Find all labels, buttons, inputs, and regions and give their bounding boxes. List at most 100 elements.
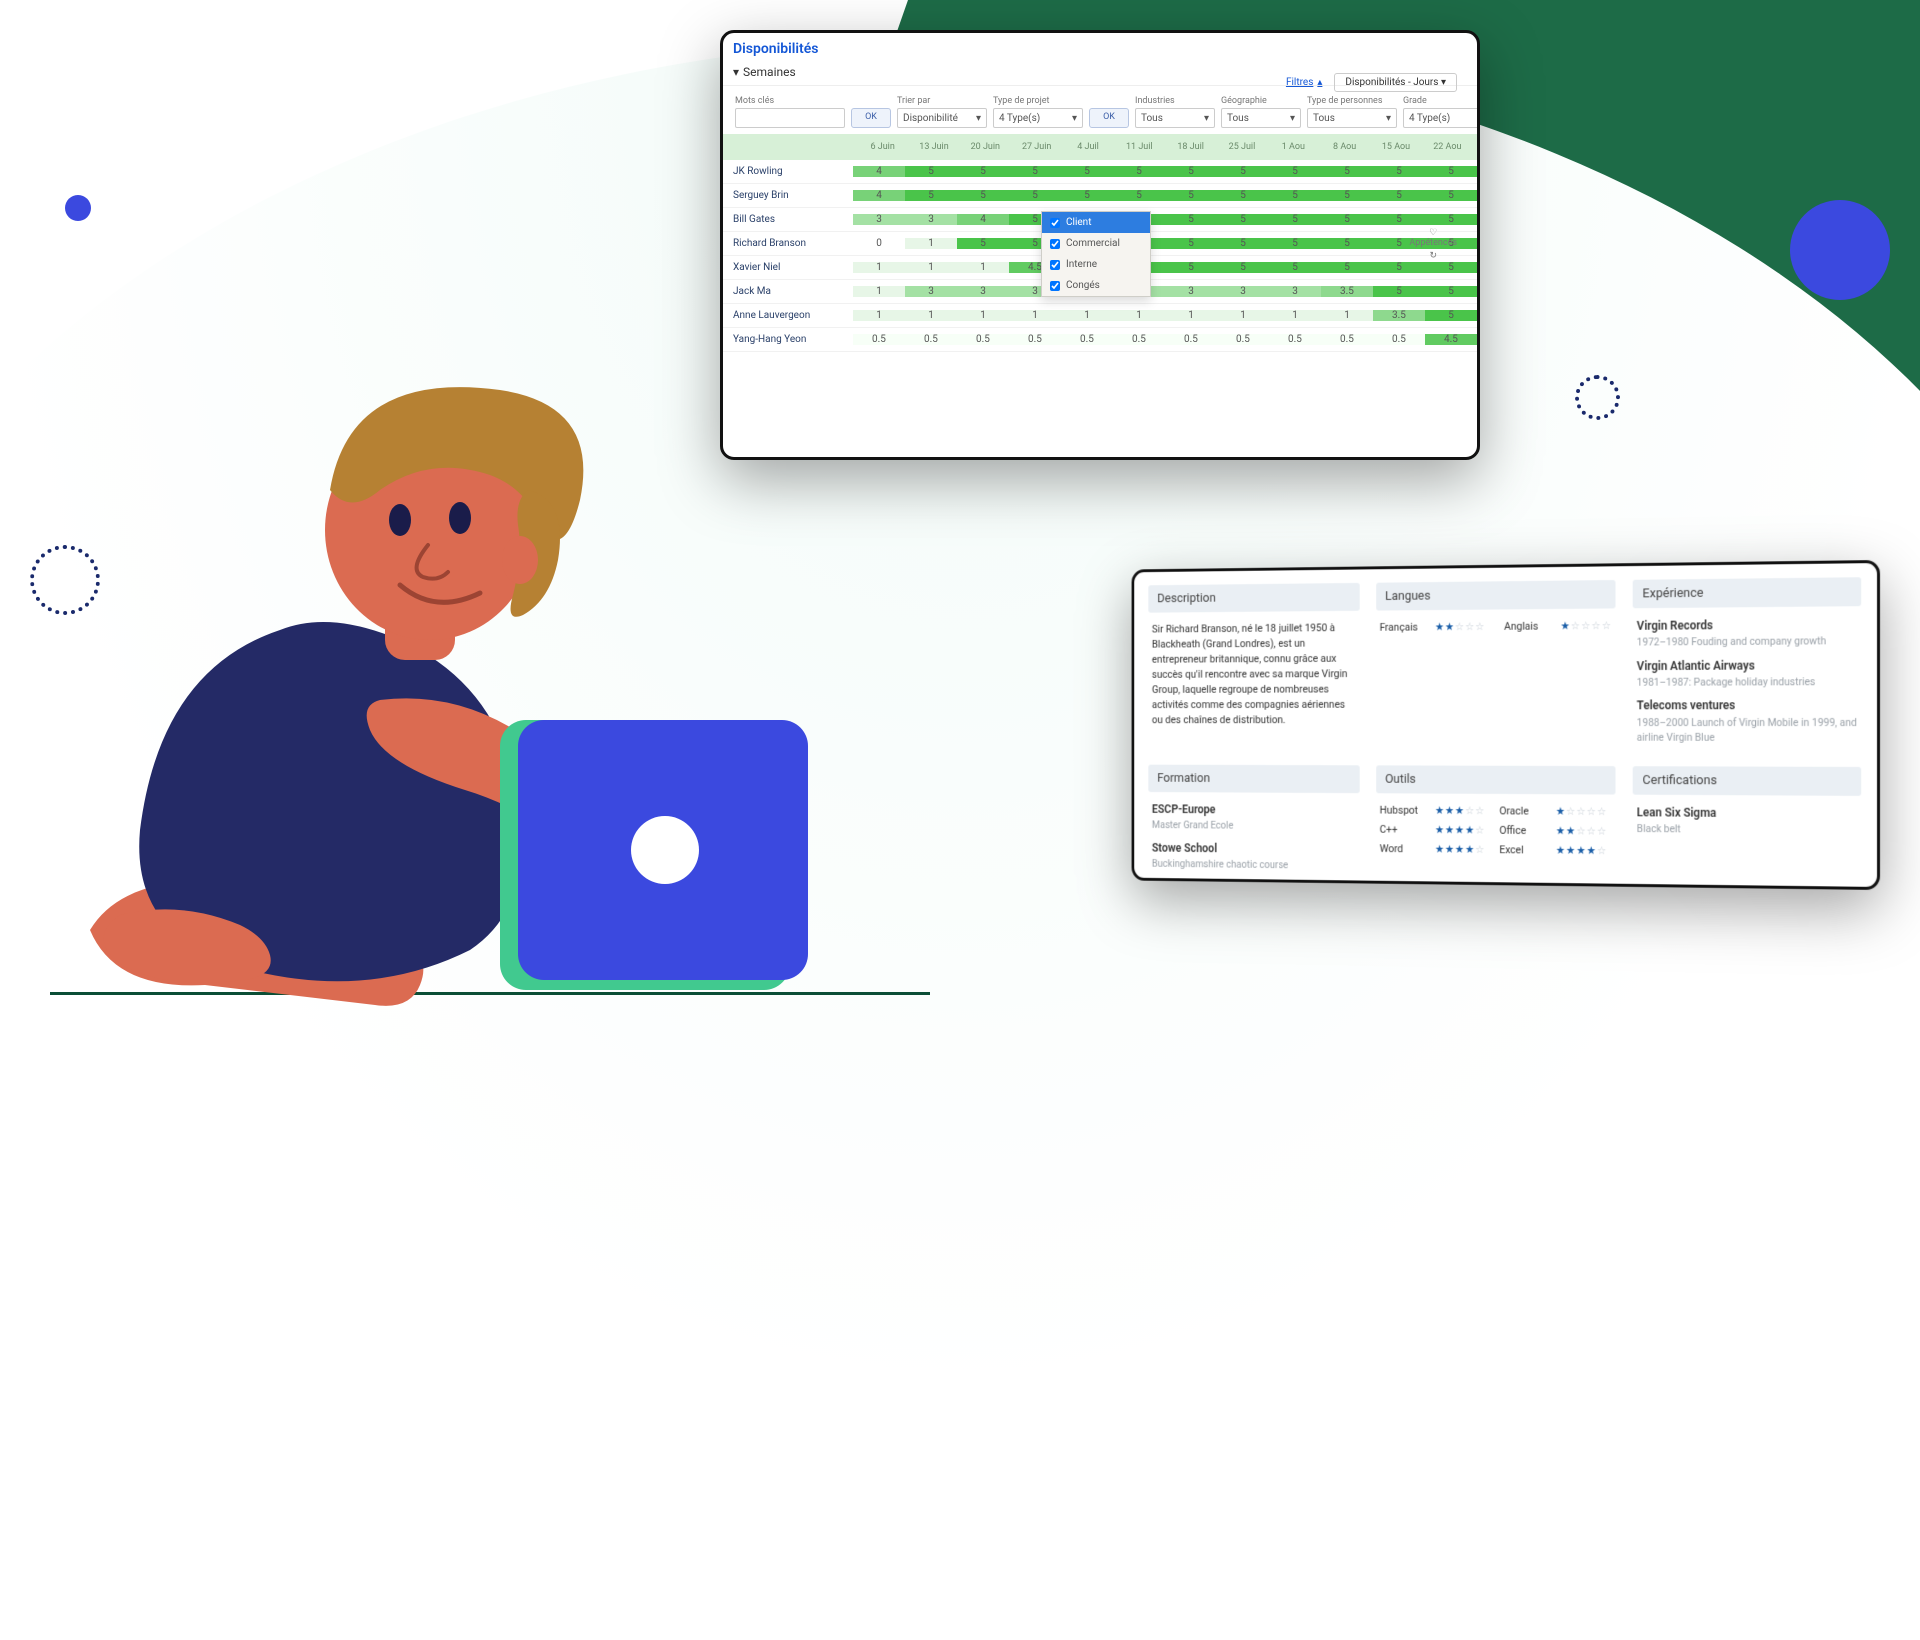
keywords-input[interactable] (735, 108, 845, 128)
availability-cell[interactable]: 4 (853, 166, 905, 177)
availability-cell[interactable]: 0.5 (957, 334, 1009, 345)
availability-cell[interactable]: 4 (853, 190, 905, 201)
availability-cell[interactable]: 5 (905, 166, 957, 177)
availability-cell[interactable]: 4 (957, 214, 1009, 225)
person-type-select[interactable]: Tous▾ (1307, 108, 1397, 128)
availability-cell[interactable]: 3.5 (1373, 310, 1425, 321)
option-commercial[interactable]: Commercial (1042, 233, 1150, 254)
availability-cell[interactable]: 5 (1165, 190, 1217, 201)
availability-cell[interactable]: 3 (905, 214, 957, 225)
sort-select[interactable]: Disponibilité▾ (897, 108, 987, 128)
availability-cell[interactable]: 5 (1061, 190, 1113, 201)
option-conges[interactable]: Congés (1042, 275, 1150, 296)
ok-button[interactable]: OK (851, 108, 891, 128)
availability-cell[interactable]: 5 (1113, 166, 1165, 177)
availability-cell[interactable]: 3.5 (1321, 286, 1373, 297)
availability-cell[interactable]: 0.5 (1165, 334, 1217, 345)
availability-cell[interactable]: 5 (957, 238, 1009, 249)
person-name[interactable]: Serguey Brin (723, 190, 853, 201)
availability-cell[interactable]: 5 (1165, 262, 1217, 273)
person-name[interactable]: Yang-Hang Yeon (723, 334, 853, 345)
availability-cell[interactable]: 0.5 (1373, 334, 1425, 345)
availability-cell[interactable]: 3 (905, 286, 957, 297)
person-name[interactable]: Anne Lauvergeon (723, 310, 853, 321)
availability-cell[interactable]: 5 (1373, 190, 1425, 201)
availability-cell[interactable]: 0.5 (1061, 334, 1113, 345)
availability-cell[interactable]: 5 (1061, 166, 1113, 177)
availability-cell[interactable]: 5 (957, 166, 1009, 177)
availability-cell[interactable]: 5 (1425, 262, 1477, 273)
availability-cell[interactable]: 5 (1321, 214, 1373, 225)
availability-cell[interactable]: 5 (1425, 310, 1477, 321)
availability-cell[interactable]: 5 (1373, 214, 1425, 225)
availability-cell[interactable]: 1 (1269, 310, 1321, 321)
availability-cell[interactable]: 0.5 (853, 334, 905, 345)
availability-cell[interactable]: 5 (1217, 166, 1269, 177)
availability-cell[interactable]: 0 (853, 238, 905, 249)
availability-cell[interactable]: 0.5 (1009, 334, 1061, 345)
availability-cell[interactable]: 4.5 (1425, 334, 1477, 345)
availability-cell[interactable]: 3 (957, 286, 1009, 297)
availability-cell[interactable]: 5 (1113, 190, 1165, 201)
availability-cell[interactable]: 5 (1321, 262, 1373, 273)
person-name[interactable]: Xavier Niel (723, 262, 853, 273)
appetences-toggle[interactable]: ♡ Appétences ↻ (1409, 228, 1457, 261)
availability-cell[interactable]: 5 (1269, 238, 1321, 249)
person-name[interactable]: Richard Branson (723, 238, 853, 249)
availability-cell[interactable]: 1 (905, 262, 957, 273)
availability-cell[interactable]: 0.5 (1217, 334, 1269, 345)
availability-cell[interactable]: 5 (1165, 214, 1217, 225)
availability-cell[interactable]: 5 (957, 190, 1009, 201)
availability-cell[interactable]: 1 (1165, 310, 1217, 321)
availability-cell[interactable]: 1 (853, 262, 905, 273)
availability-cell[interactable]: 5 (1425, 166, 1477, 177)
availability-cell[interactable]: 5 (1165, 238, 1217, 249)
availability-cell[interactable]: 0.5 (1113, 334, 1165, 345)
availability-cell[interactable]: 5 (1217, 190, 1269, 201)
availability-cell[interactable]: 5 (1321, 166, 1373, 177)
availability-cell[interactable]: 1 (905, 310, 957, 321)
ok-button[interactable]: OK (1089, 108, 1129, 128)
availability-cell[interactable]: 5 (1269, 190, 1321, 201)
availability-cell[interactable]: 5 (1009, 166, 1061, 177)
view-mode-select[interactable]: Disponibilités - Jours ▾ (1334, 73, 1457, 92)
availability-cell[interactable]: 1 (853, 310, 905, 321)
availability-cell[interactable]: 3 (1269, 286, 1321, 297)
option-client[interactable]: Client (1042, 212, 1150, 233)
availability-cell[interactable]: 1 (1061, 310, 1113, 321)
project-type-select[interactable]: 4 Type(s)▾ (993, 108, 1083, 128)
availability-cell[interactable]: 5 (905, 190, 957, 201)
option-interne[interactable]: Interne (1042, 254, 1150, 275)
availability-cell[interactable]: 5 (1425, 190, 1477, 201)
availability-cell[interactable]: 5 (1009, 190, 1061, 201)
availability-cell[interactable]: 3 (853, 214, 905, 225)
availability-cell[interactable]: 5 (1321, 238, 1373, 249)
availability-cell[interactable]: 1 (1217, 310, 1269, 321)
availability-cell[interactable]: 5 (1165, 166, 1217, 177)
availability-cell[interactable]: 5 (1217, 214, 1269, 225)
availability-cell[interactable]: 1 (905, 238, 957, 249)
availability-cell[interactable]: 1 (1321, 310, 1373, 321)
availability-cell[interactable]: 5 (1269, 214, 1321, 225)
availability-cell[interactable]: 0.5 (905, 334, 957, 345)
availability-cell[interactable]: 5 (1217, 262, 1269, 273)
availability-cell[interactable]: 5 (1425, 214, 1477, 225)
availability-cell[interactable]: 5 (1217, 238, 1269, 249)
availability-cell[interactable]: 5 (1269, 166, 1321, 177)
availability-cell[interactable]: 0.5 (1269, 334, 1321, 345)
grade-select[interactable]: 4 Type(s)▾ (1403, 108, 1480, 128)
geo-select[interactable]: Tous▾ (1221, 108, 1301, 128)
availability-cell[interactable]: 5 (1373, 286, 1425, 297)
availability-cell[interactable]: 5 (1321, 190, 1373, 201)
availability-cell[interactable]: 3 (1165, 286, 1217, 297)
person-name[interactable]: Bill Gates (723, 214, 853, 225)
industries-select[interactable]: Tous▾ (1135, 108, 1215, 128)
availability-cell[interactable]: 1 (853, 286, 905, 297)
availability-cell[interactable]: 5 (1373, 166, 1425, 177)
availability-cell[interactable]: 1 (957, 310, 1009, 321)
availability-cell[interactable]: 5 (1373, 262, 1425, 273)
availability-cell[interactable]: 3 (1217, 286, 1269, 297)
availability-cell[interactable]: 1 (1009, 310, 1061, 321)
availability-cell[interactable]: 5 (1269, 262, 1321, 273)
availability-cell[interactable]: 0.5 (1321, 334, 1373, 345)
